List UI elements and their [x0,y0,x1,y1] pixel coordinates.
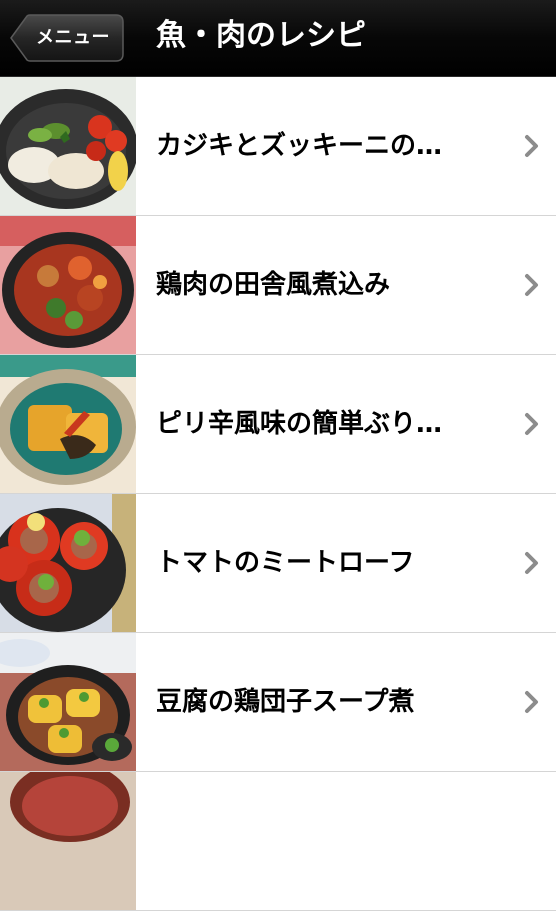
tomato-meatloaf-photo-icon [0,494,136,632]
list-item[interactable]: 豆腐の鶏団子スープ煮 [0,633,556,772]
navigation-bar: メニュー 魚・肉のレシピ [0,0,556,77]
chevron-right-icon [525,274,538,296]
list-item[interactable]: カジキとズッキーニの… [0,77,556,216]
back-button[interactable]: メニュー [10,14,124,62]
recipe-title: 豆腐の鶏団子スープ煮 [156,687,415,717]
chevron-right-icon [525,691,538,713]
country-style-chicken-stew-photo-icon [0,216,136,354]
recipe-title: カジキとズッキーニの… [156,131,443,161]
back-button-label: メニュー [36,27,110,48]
page-title: 魚・肉のレシピ [156,18,366,53]
chevron-right-icon [525,135,538,157]
recipe-title [156,772,506,910]
chevron-right-icon [525,413,538,435]
chevron-right-icon [525,552,538,574]
list-item[interactable] [0,772,556,911]
list-item[interactable]: ピリ辛風味の簡単ぶり… [0,355,556,494]
swordfish-zucchini-dish-photo-icon [0,77,136,215]
partial-dish-photo-icon [0,772,136,910]
recipe-title: ピリ辛風味の簡単ぶり… [156,409,443,439]
recipe-title: 鶏肉の田舎風煮込み [156,270,391,300]
recipe-title: トマトのミートローフ [156,548,415,578]
tofu-chicken-meatball-soup-photo-icon [0,633,136,771]
list-item[interactable]: 鶏肉の田舎風煮込み [0,216,556,355]
spicy-yellowtail-radish-photo-icon [0,355,136,493]
list-item[interactable]: トマトのミートローフ [0,494,556,633]
